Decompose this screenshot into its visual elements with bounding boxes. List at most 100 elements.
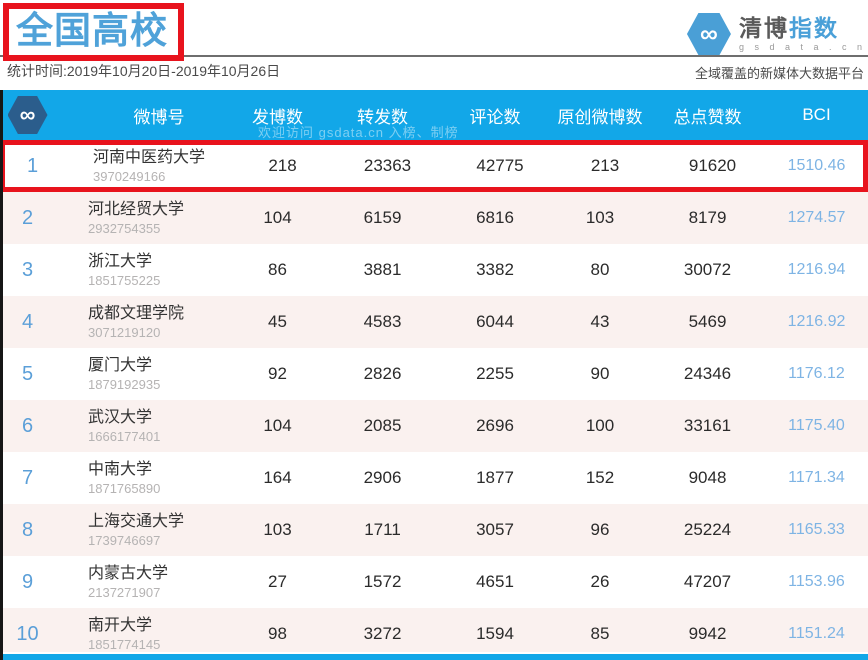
account-id: 1666177401 [88, 428, 230, 445]
comments-count: 2696 [440, 416, 550, 436]
table-row[interactable]: 6 武汉大学 1666177401 104 2085 2696 100 3316… [0, 400, 868, 452]
screenshot-left-edge [0, 90, 3, 660]
bci-score: 1176.12 [765, 365, 868, 383]
brand-text: 清博指数 g s d a t a . c n [739, 16, 866, 52]
account-id: 3970249166 [93, 168, 235, 185]
reposts-count: 1572 [325, 572, 440, 592]
title-annotation-box: 全国高校 [3, 3, 184, 61]
qingbo-brand-logo[interactable]: ∞ 清博指数 g s d a t a . c n [687, 13, 866, 55]
bci-score: 1510.46 [770, 157, 863, 175]
bci-score: 1151.24 [765, 625, 868, 643]
account-name[interactable]: 河北经贸大学 [88, 200, 230, 220]
account-cell: 内蒙古大学 2137271907 [55, 564, 230, 601]
table-row[interactable]: 8 上海交通大学 1739746697 103 1711 3057 96 252… [0, 504, 868, 556]
table-row[interactable]: 7 中南大学 1871765890 164 2906 1877 152 9048… [0, 452, 868, 504]
col-header-bci: BCI [765, 105, 868, 125]
account-name[interactable]: 上海交通大学 [88, 512, 230, 532]
likes-count: 5469 [650, 312, 765, 332]
rank-number: 10 [0, 623, 55, 646]
rank-number: 6 [0, 415, 55, 438]
rank-number: 9 [0, 571, 55, 594]
table-row[interactable]: 5 厦门大学 1879192935 92 2826 2255 90 24346 … [0, 348, 868, 400]
account-cell: 成都文理学院 3071219120 [55, 304, 230, 341]
brand-domain: g s d a t a . c n [739, 42, 866, 52]
original-count: 26 [550, 572, 650, 592]
account-name[interactable]: 内蒙古大学 [88, 564, 230, 584]
bci-score: 1175.40 [765, 417, 868, 435]
comments-count: 4651 [440, 572, 550, 592]
account-name[interactable]: 河南中医药大学 [93, 148, 235, 168]
account-cell: 浙江大学 1851755225 [55, 252, 230, 289]
comments-count: 2255 [440, 364, 550, 384]
likes-count: 47207 [650, 572, 765, 592]
comments-count: 42775 [445, 156, 555, 176]
likes-count: 9942 [650, 624, 765, 644]
comments-count: 1877 [440, 468, 550, 488]
rank-number: 1 [5, 155, 60, 178]
table-row[interactable]: 1 河南中医药大学 3970249166 218 23363 42775 213… [0, 140, 868, 192]
stat-time-range: 统计时间:2019年10月20日-2019年10月26日 [7, 61, 280, 81]
likes-count: 33161 [650, 416, 765, 436]
table-row[interactable]: 9 内蒙古大学 2137271907 27 1572 4651 26 47207… [0, 556, 868, 608]
table-row[interactable]: 3 浙江大学 1851755225 86 3881 3382 80 30072 … [0, 244, 868, 296]
account-id: 3071219120 [88, 324, 230, 341]
reposts-count: 3272 [325, 624, 440, 644]
reposts-count: 2906 [325, 468, 440, 488]
rank-number: 3 [0, 259, 55, 282]
posts-count: 27 [230, 572, 325, 592]
bci-score: 1216.92 [765, 313, 868, 331]
rank-number: 2 [0, 207, 55, 230]
rank-number: 5 [0, 363, 55, 386]
original-count: 85 [550, 624, 650, 644]
account-id: 1851774145 [88, 636, 230, 653]
brand-name: 清博指数 [739, 16, 866, 40]
top-banner: 全国高校 统计时间:2019年10月20日-2019年10月26日 ∞ 清博指数… [0, 0, 868, 90]
account-name[interactable]: 成都文理学院 [88, 304, 230, 324]
header-logo-cell: ∞ [0, 96, 55, 134]
original-count: 213 [555, 156, 655, 176]
next-section-header-strip [0, 652, 868, 660]
original-count: 90 [550, 364, 650, 384]
infinity-hexagon-icon: ∞ [687, 13, 731, 55]
brand-tagline: 全域覆盖的新媒体大数据平台 [695, 63, 864, 82]
comments-count: 6816 [440, 208, 550, 228]
account-cell: 武汉大学 1666177401 [55, 408, 230, 445]
reposts-count: 1711 [325, 520, 440, 540]
likes-count: 8179 [650, 208, 765, 228]
account-cell: 中南大学 1871765890 [55, 460, 230, 497]
original-count: 96 [550, 520, 650, 540]
comments-count: 6044 [440, 312, 550, 332]
bci-score: 1171.34 [765, 469, 868, 487]
reposts-count: 6159 [325, 208, 440, 228]
table-header: ∞ 微博号 发博数 转发数 评论数 原创微博数 总点赞数 BCI 欢迎访问 gs… [0, 90, 868, 140]
likes-count: 25224 [650, 520, 765, 540]
posts-count: 103 [230, 520, 325, 540]
account-id: 2137271907 [88, 584, 230, 601]
bci-score: 1216.94 [765, 261, 868, 279]
ranking-table-body: 1 河南中医药大学 3970249166 218 23363 42775 213… [0, 140, 868, 660]
comments-count: 1594 [440, 624, 550, 644]
page-title: 全国高校 [16, 10, 168, 51]
col-header-original: 原创微博数 [550, 103, 650, 128]
account-name[interactable]: 浙江大学 [88, 252, 230, 272]
posts-count: 104 [230, 416, 325, 436]
account-name[interactable]: 南开大学 [88, 616, 230, 636]
posts-count: 218 [235, 156, 330, 176]
reposts-count: 23363 [330, 156, 445, 176]
posts-count: 92 [230, 364, 325, 384]
posts-count: 45 [230, 312, 325, 332]
account-name[interactable]: 中南大学 [88, 460, 230, 480]
original-count: 80 [550, 260, 650, 280]
likes-count: 30072 [650, 260, 765, 280]
reposts-count: 4583 [325, 312, 440, 332]
account-id: 1851755225 [88, 272, 230, 289]
account-name[interactable]: 武汉大学 [88, 408, 230, 428]
account-id: 1871765890 [88, 480, 230, 497]
original-count: 100 [550, 416, 650, 436]
account-id: 2932754355 [88, 220, 230, 237]
table-row[interactable]: 4 成都文理学院 3071219120 45 4583 6044 43 5469… [0, 296, 868, 348]
account-name[interactable]: 厦门大学 [88, 356, 230, 376]
account-cell: 南开大学 1851774145 [55, 616, 230, 653]
table-row[interactable]: 2 河北经贸大学 2932754355 104 6159 6816 103 81… [0, 192, 868, 244]
bci-score: 1274.57 [765, 209, 868, 227]
